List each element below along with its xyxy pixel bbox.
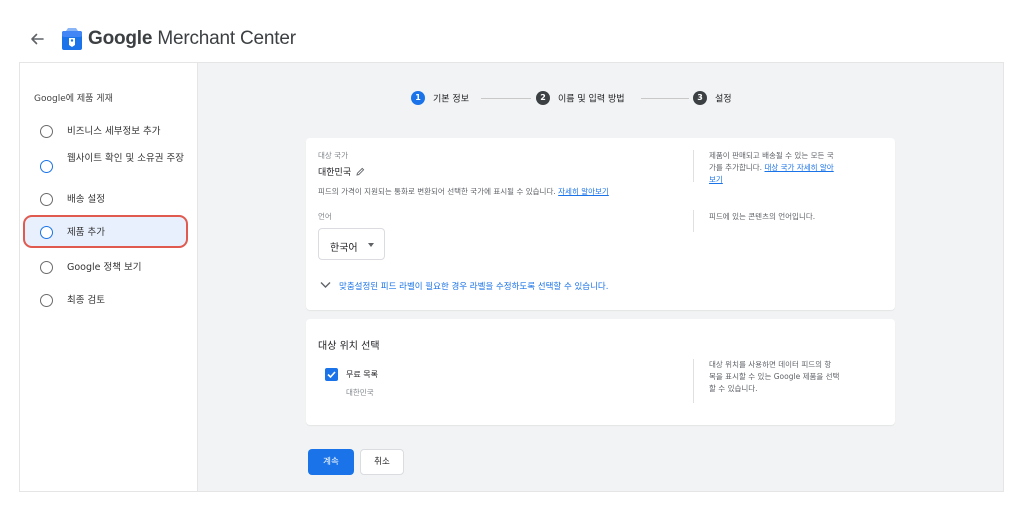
radio-icon[interactable] [40, 261, 53, 274]
destination-side-help: 대상 위치를 사용하면 데이터 피드의 항 목을 표시할 수 있는 Google… [709, 360, 840, 393]
country-label: 대상 국가 [318, 151, 348, 160]
country-help-text: 피드의 가격이 지원되는 통화로 변환되어 선택한 국가에 표시될 수 있습니다… [318, 187, 609, 196]
divider [693, 150, 694, 182]
back-arrow-icon[interactable] [28, 30, 46, 48]
radio-icon[interactable] [40, 125, 53, 138]
main-panel: 1 기본 정보 2 이름 및 입력 방법 3 설정 대상 국가 대한민국 피드의 가격… [197, 62, 1004, 492]
app-title: Google Merchant Center [88, 28, 296, 49]
sidebar-title: Google에 제품 게재 [34, 94, 113, 104]
destination-title: 대상 위치 선택 [318, 341, 380, 352]
basic-info-card: 대상 국가 대한민국 피드의 가격이 지원되는 통화로 변환되어 선택한 국가에… [306, 138, 895, 310]
free-listings-country: 대한민국 [346, 388, 374, 397]
chevron-down-icon [320, 282, 331, 288]
radio-icon[interactable] [40, 294, 53, 307]
cancel-button[interactable]: 취소 [360, 449, 404, 475]
divider [693, 359, 694, 403]
stepper-divider [481, 98, 531, 99]
stepper-step-2: 2 이름 및 입력 방법 [536, 91, 625, 105]
sidebar: Google에 제품 게재 비즈니스 세부정보 추가 웹사이트 확인 및 소유권… [19, 62, 197, 492]
radio-icon[interactable] [40, 226, 53, 239]
radio-icon[interactable] [40, 160, 53, 173]
free-listings-label: 무료 목록 [346, 370, 378, 379]
stepper-step-1: 1 기본 정보 [411, 91, 469, 105]
country-value: 대한민국 [318, 165, 365, 178]
continue-button[interactable]: 계속 [308, 449, 354, 475]
target-country-learn-more-link-cont[interactable]: 보기 [709, 175, 723, 184]
divider [693, 210, 694, 232]
stepper-divider [641, 98, 689, 99]
radio-icon[interactable] [40, 193, 53, 206]
country-side-help: 제품이 판매되고 배송될 수 있는 모든 국 가를 추가합니다. 대상 국가 자… [709, 151, 834, 184]
language-side-help: 피드에 있는 콘텐츠의 언어입니다. [709, 212, 816, 221]
language-select[interactable]: 한국어 [318, 228, 385, 260]
language-label: 언어 [318, 212, 332, 221]
merchant-center-logo-icon [62, 28, 82, 50]
target-country-learn-more-link[interactable]: 대상 국가 자세히 알아 [764, 163, 833, 172]
app-header: Google Merchant Center [0, 0, 1024, 62]
stepper-step-3: 3 설정 [693, 91, 732, 105]
learn-more-link[interactable]: 자세히 알아보기 [558, 187, 609, 196]
dropdown-caret-icon [368, 243, 374, 247]
checkmark-icon [327, 371, 336, 379]
pencil-icon[interactable] [356, 167, 365, 176]
destination-card: 대상 위치 선택 무료 목록 대한민국 대상 위치를 사용하면 데이터 피드의 … [306, 319, 895, 425]
free-listings-checkbox[interactable] [325, 368, 338, 381]
